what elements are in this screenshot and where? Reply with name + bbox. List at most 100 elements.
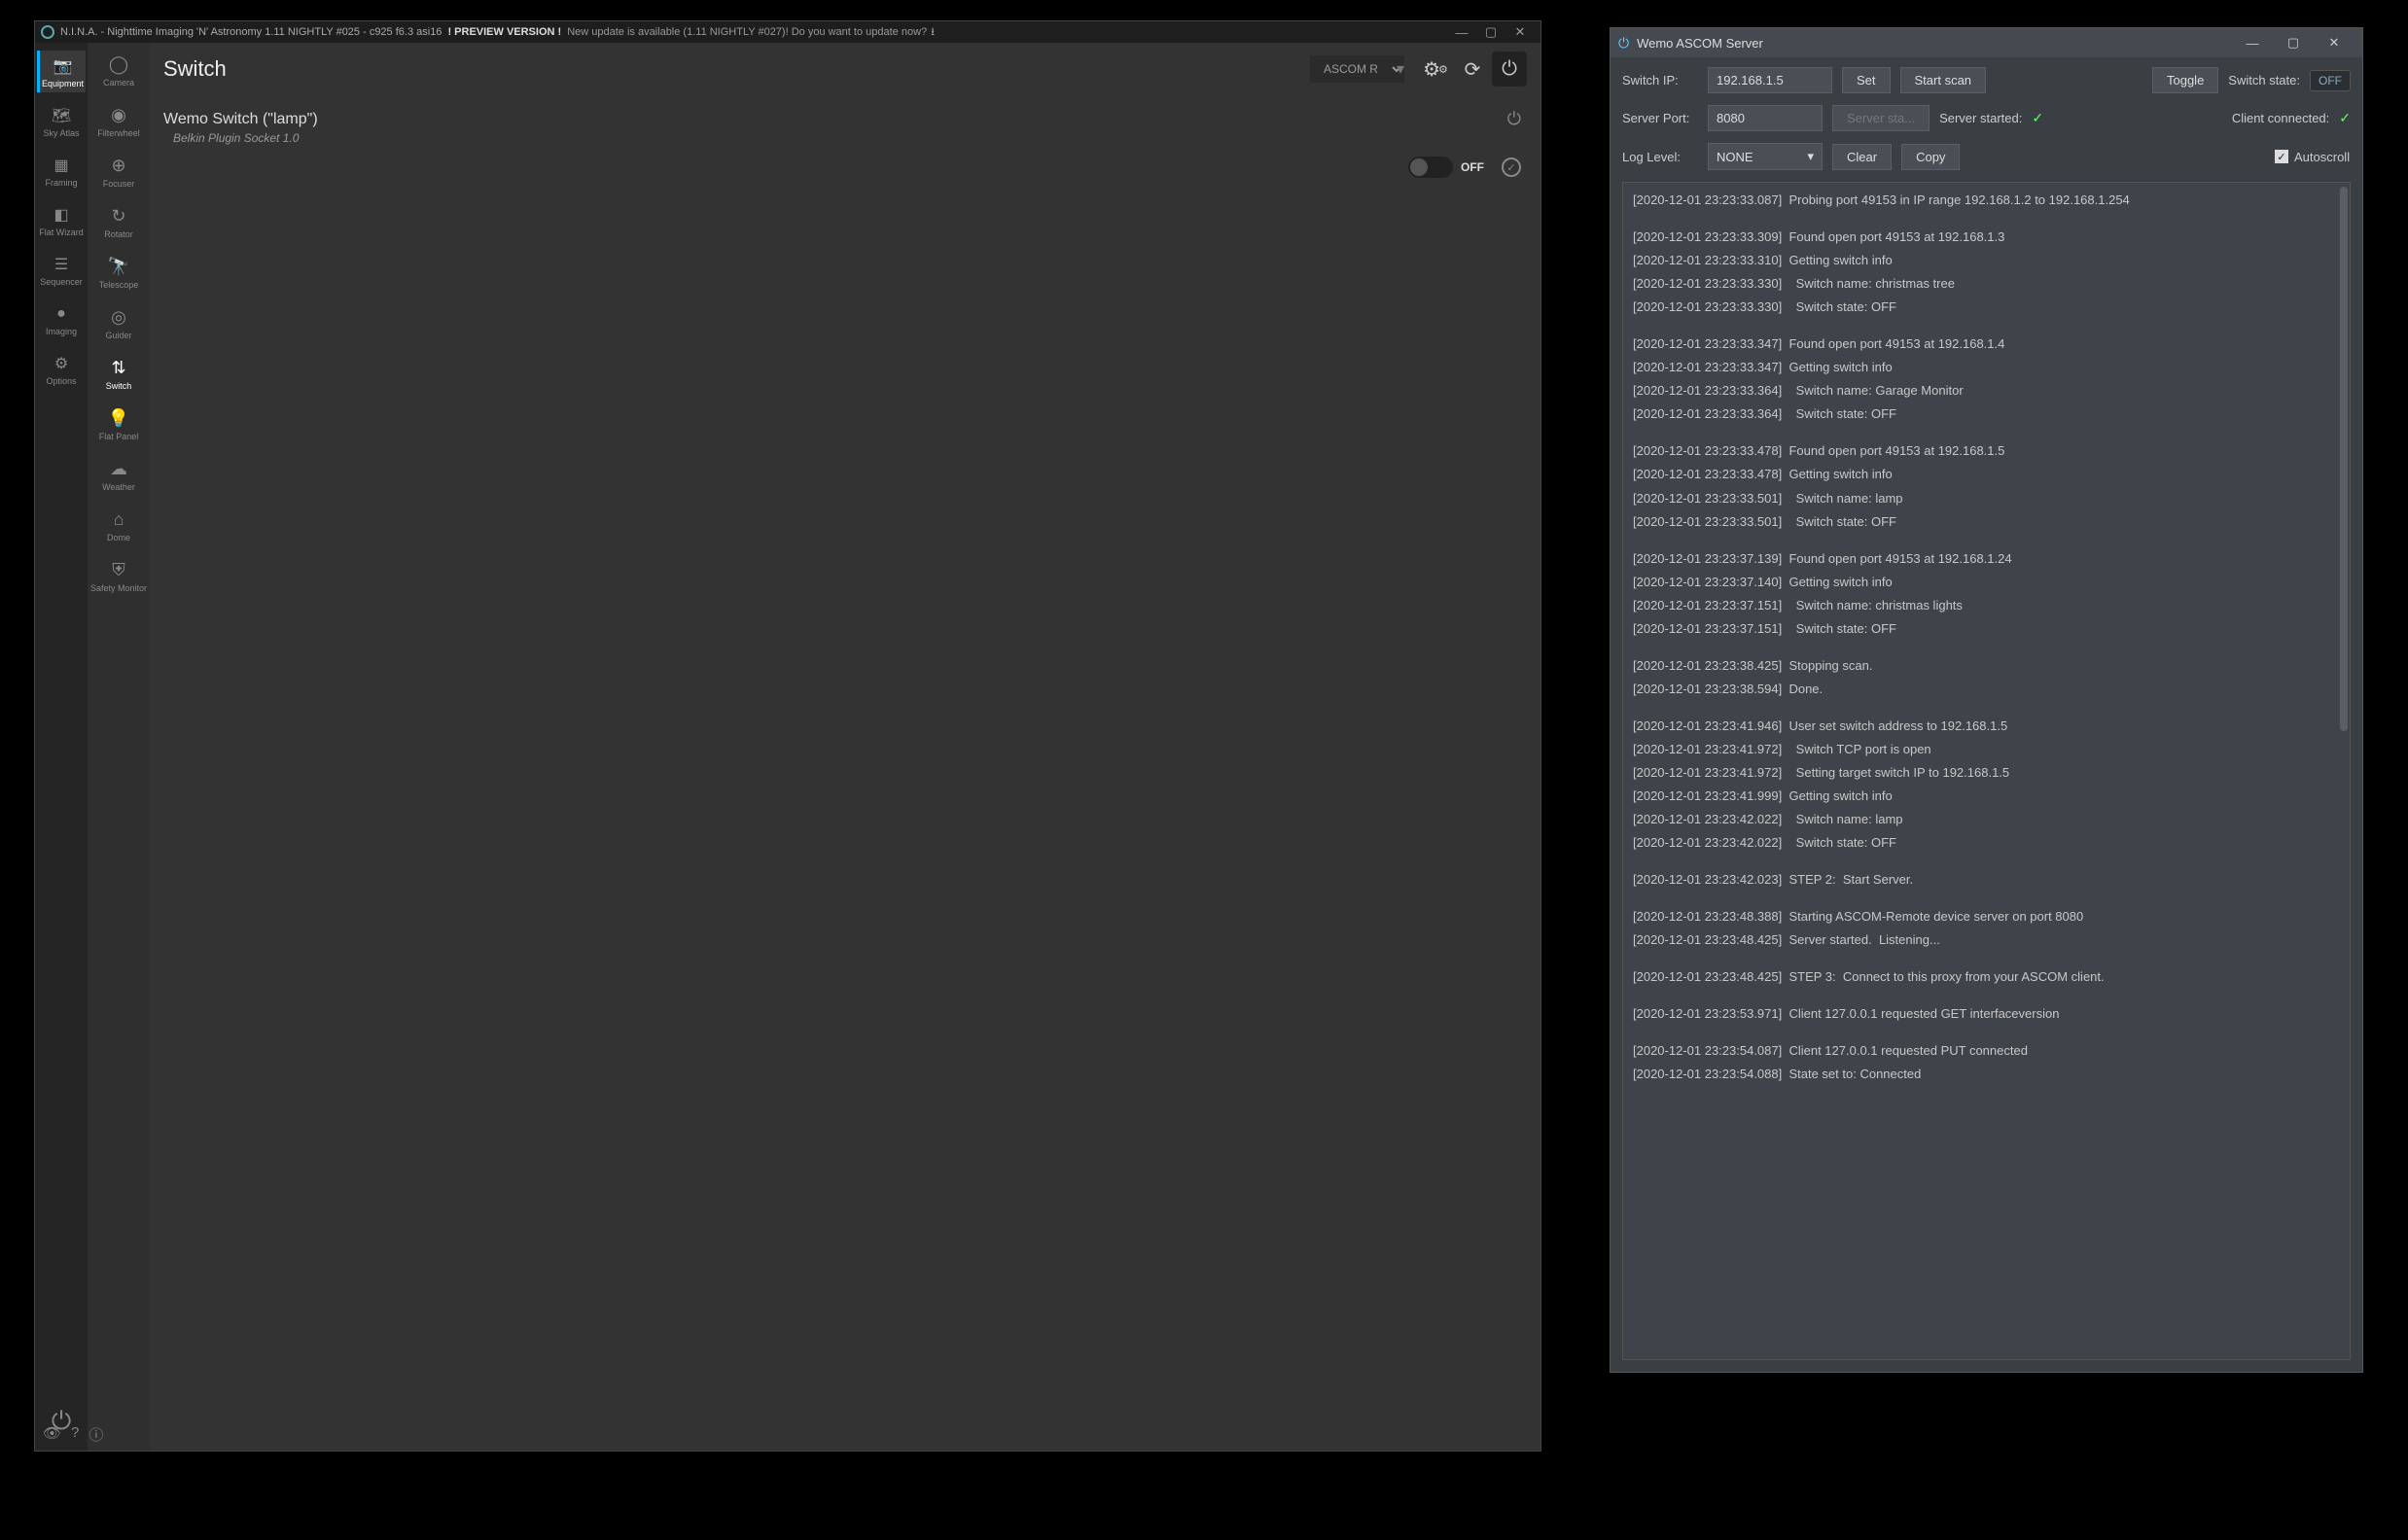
eq-safety-monitor[interactable]: ⛨Safety Monitor — [89, 552, 148, 597]
eq-switch[interactable]: ⇅Switch — [89, 350, 148, 395]
autoscroll-checkbox[interactable]: ✓ Autoscroll — [2275, 150, 2351, 164]
aperture-icon: ◯ — [104, 52, 133, 76]
maximize-button[interactable]: ▢ — [1476, 24, 1505, 40]
eq-label: Dome — [89, 533, 148, 542]
apply-button[interactable]: ✓ — [1502, 158, 1521, 177]
chevron-down-icon: ▾ — [1397, 59, 1404, 79]
nav-flat-wizard[interactable]: ◧Flat Wizard — [37, 199, 86, 241]
log-group: [2020-12-01 23:23:33.478] Found open por… — [1633, 439, 2340, 533]
minimize-button[interactable]: — — [1447, 25, 1476, 40]
nav-sequencer[interactable]: ☰Sequencer — [37, 249, 86, 291]
log-line: [2020-12-01 23:23:33.364] Switch state: … — [1633, 402, 2340, 426]
log-group: [2020-12-01 23:23:38.425] Stopping scan.… — [1633, 654, 2340, 701]
nina-titlebar[interactable]: N.I.N.A. - Nighttime Imaging 'N' Astrono… — [35, 21, 1540, 43]
nav-imaging[interactable]: ●Imaging — [37, 298, 86, 340]
log-line: [2020-12-01 23:23:33.478] Found open por… — [1633, 439, 2340, 463]
nina-window: N.I.N.A. - Nighttime Imaging 'N' Astrono… — [35, 21, 1540, 1451]
refresh-icon: ⟳ — [1465, 57, 1481, 82]
log-line: [2020-12-01 23:23:33.478] Getting switch… — [1633, 463, 2340, 486]
nav-sky-atlas[interactable]: 🗺Sky Atlas — [37, 100, 86, 142]
eq-label: Telescope — [89, 280, 148, 290]
chevron-down-icon: ▾ — [1807, 149, 1814, 164]
close-button[interactable]: ✕ — [2314, 35, 2355, 51]
eq-rotator[interactable]: ↻Rotator — [89, 198, 148, 243]
start-scan-button[interactable]: Start scan — [1900, 67, 1987, 93]
connect-button[interactable]: ⏻ — [1492, 52, 1527, 87]
atlas-icon: 🗺 — [48, 106, 75, 125]
server-started-label: Server started: — [1939, 111, 2022, 125]
log-line: [2020-12-01 23:23:41.999] Getting switch… — [1633, 785, 2340, 808]
eq-filterwheel[interactable]: ◉Filterwheel — [89, 97, 148, 142]
eq-camera[interactable]: ◯Camera — [89, 47, 148, 91]
nav-label: Options — [37, 376, 86, 386]
dome-icon: ⌂ — [104, 508, 133, 531]
log-group: [2020-12-01 23:23:48.388] Starting ASCOM… — [1633, 905, 2340, 952]
page-title: Switch — [163, 56, 227, 82]
gear-icon: ⚙ — [48, 354, 75, 373]
log-level-select[interactable]: NONE▾ — [1708, 143, 1823, 170]
nav-equipment[interactable]: 📷Equipment — [37, 51, 86, 92]
nav-options[interactable]: ⚙ Options — [37, 348, 86, 390]
log-line: [2020-12-01 23:23:37.151] Switch state: … — [1633, 617, 2340, 641]
log-line: [2020-12-01 23:23:37.140] Getting switch… — [1633, 571, 2340, 594]
log-line: [2020-12-01 23:23:33.501] Switch name: l… — [1633, 487, 2340, 510]
settings-button[interactable]: ⚙⚙ — [1418, 52, 1453, 87]
eq-label: Focuser — [89, 179, 148, 189]
nav-label: Flat Wizard — [37, 228, 86, 237]
wemo-title: Wemo ASCOM Server — [1637, 36, 1763, 51]
update-notice[interactable]: New update is available (1.11 NIGHTLY #0… — [567, 26, 927, 38]
clear-button[interactable]: Clear — [1832, 144, 1892, 170]
server-start-button[interactable]: Server sta... — [1832, 105, 1930, 131]
copy-button[interactable]: Copy — [1901, 144, 1960, 170]
log-line: [2020-12-01 23:23:48.425] Server started… — [1633, 928, 2340, 952]
eq-focuser[interactable]: ⊕ Focuser — [89, 148, 148, 192]
maximize-button[interactable]: ▢ — [2273, 35, 2314, 51]
log-group: [2020-12-01 23:23:41.946] User set switc… — [1633, 715, 2340, 855]
close-button[interactable]: ✕ — [1505, 24, 1535, 40]
log-line: [2020-12-01 23:23:48.425] STEP 3: Connec… — [1633, 965, 2340, 989]
eq-telescope[interactable]: 🔭 Telescope — [89, 249, 148, 294]
scrollbar[interactable] — [2340, 187, 2348, 731]
log-line: [2020-12-01 23:23:33.347] Getting switch… — [1633, 356, 2340, 379]
eq-weather[interactable]: ☁Weather — [89, 451, 148, 496]
set-button[interactable]: Set — [1842, 67, 1891, 93]
log-line: [2020-12-01 23:23:54.087] Client 127.0.0… — [1633, 1039, 2340, 1063]
log-group: [2020-12-01 23:23:42.023] STEP 2: Start … — [1633, 868, 2340, 892]
nav-framing[interactable]: ▦Framing — [37, 150, 86, 192]
log-line: [2020-12-01 23:23:33.310] Getting switch… — [1633, 249, 2340, 272]
focuser-icon: ⊕ — [104, 154, 133, 177]
log-line: [2020-12-01 23:23:41.972] Switch TCP por… — [1633, 738, 2340, 761]
wemo-titlebar[interactable]: ⏻ Wemo ASCOM Server — ▢ ✕ — [1611, 28, 2362, 57]
switch-state-label: OFF — [1461, 160, 1484, 174]
server-port-label: Server Port: — [1622, 111, 1698, 125]
wemo-window: ⏻ Wemo ASCOM Server — ▢ ✕ Switch IP: Set… — [1610, 27, 2363, 1373]
guider-icon: ◎ — [104, 305, 133, 329]
device-select[interactable]: ASCOM R — [1310, 55, 1404, 83]
eq-flat-panel[interactable]: 💡Flat Panel — [89, 401, 148, 445]
eq-guider[interactable]: ◎Guider — [89, 299, 148, 344]
eq-dome[interactable]: ⌂ Dome — [89, 502, 148, 546]
info-icon[interactable]: ⓘ — [89, 1424, 103, 1445]
switch-ip-input[interactable] — [1708, 67, 1832, 93]
switch-power-icon[interactable]: ⏻ — [1507, 109, 1521, 129]
telescope-icon: 🔭 — [104, 255, 133, 278]
sequencer-icon: ☰ — [48, 255, 75, 274]
log-group: [2020-12-01 23:23:48.425] STEP 3: Connec… — [1633, 965, 2340, 989]
log-group: [2020-12-01 23:23:37.139] Found open por… — [1633, 547, 2340, 641]
log-panel[interactable]: [2020-12-01 23:23:33.087] Probing port 4… — [1622, 182, 2351, 1360]
log-line: [2020-12-01 23:23:33.347] Found open por… — [1633, 332, 2340, 356]
eq-label: Safety Monitor — [89, 583, 148, 593]
download-icon[interactable]: ⭳ — [931, 23, 935, 42]
switch-state-value: OFF — [2310, 70, 2351, 91]
refresh-button[interactable]: ⟳ — [1455, 52, 1490, 87]
nav-label: Equipment — [40, 79, 86, 88]
toggle-button[interactable]: Toggle — [2152, 67, 2218, 93]
server-port-input[interactable] — [1708, 105, 1823, 131]
log-line: [2020-12-01 23:23:33.309] Found open por… — [1633, 226, 2340, 249]
eye-icon[interactable]: 👁 — [43, 1424, 61, 1445]
preview-badge: ! PREVIEW VERSION ! — [447, 26, 561, 38]
help-icon[interactable]: ? — [71, 1424, 79, 1445]
switch-ip-label: Switch IP: — [1622, 73, 1698, 88]
minimize-button[interactable]: — — [2232, 36, 2273, 51]
switch-toggle[interactable] — [1408, 157, 1453, 178]
